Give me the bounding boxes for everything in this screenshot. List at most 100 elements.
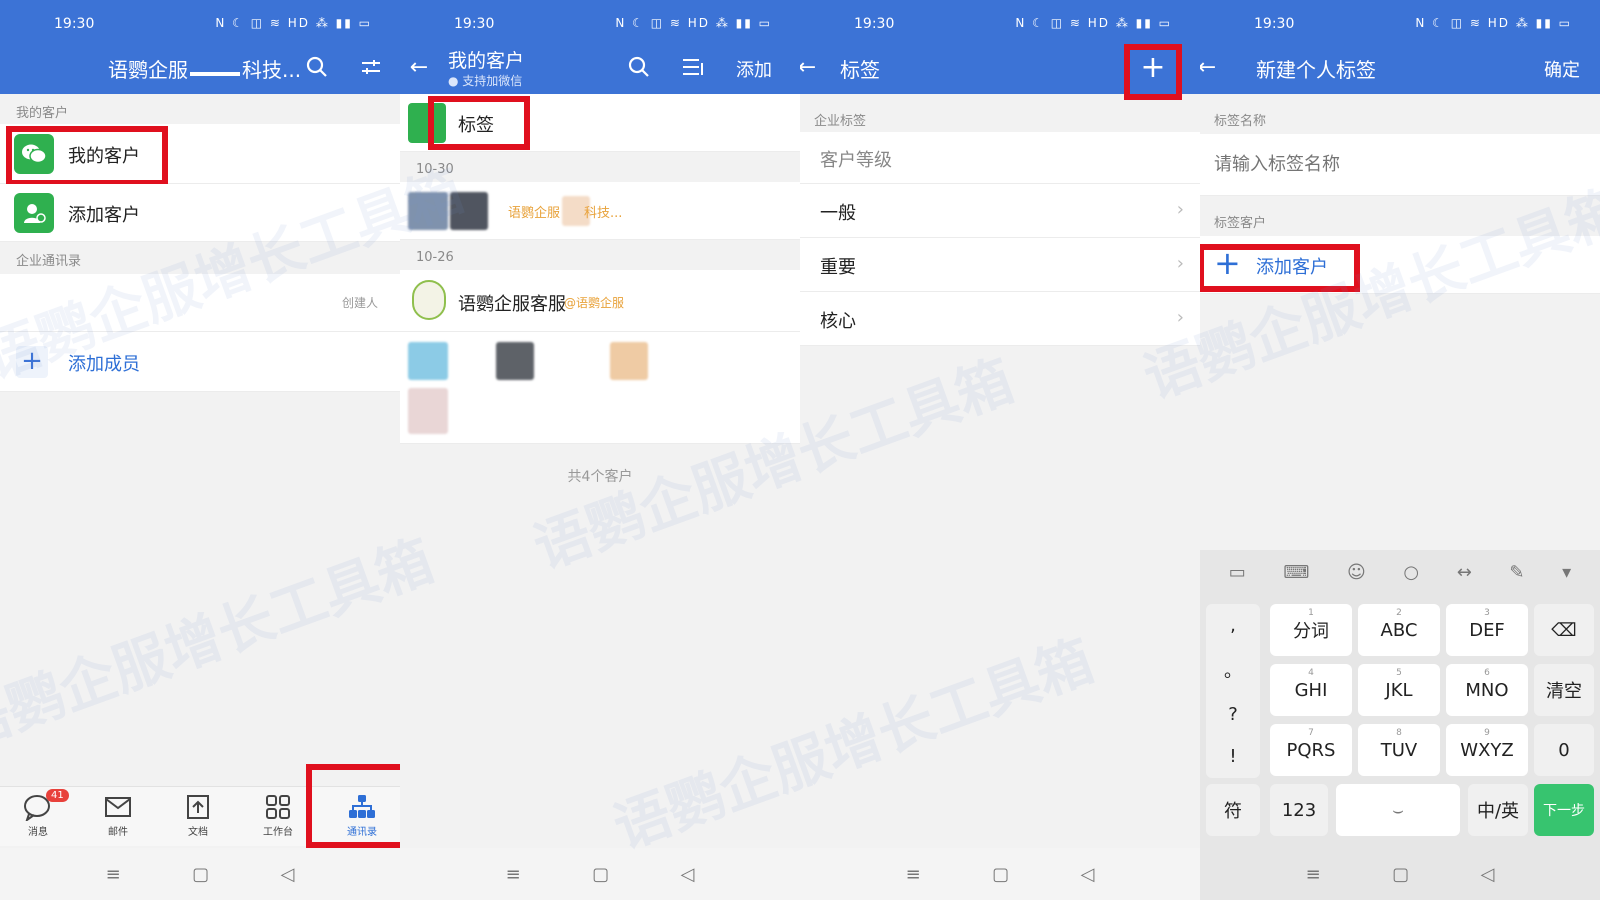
collapse-keyboard-icon[interactable]: ▾ [1562, 562, 1571, 583]
chevron-right-icon: › [1176, 199, 1184, 220]
section-label-tag-customers: 标签客户 [1214, 216, 1267, 231]
punct-key[interactable]: ? [1228, 704, 1238, 725]
punct-key[interactable]: 。 [1224, 657, 1242, 683]
nav-docs[interactable]: 文档 [168, 793, 228, 838]
key-number: 7 [1308, 728, 1314, 738]
status-icons: N ☾ ◫ ≋ HD ⁂ ▮▮ ▭ [1015, 16, 1172, 30]
key-label: ABC [1380, 619, 1418, 641]
customer-avatar [408, 192, 448, 230]
key-number: 6 [1484, 668, 1490, 678]
status-icons: N ☾ ◫ ≋ HD ⁂ ▮▮ ▭ [1415, 16, 1572, 30]
status-time: 19:30 [454, 16, 495, 32]
key-label: DEF [1469, 619, 1505, 641]
key-6[interactable]: 6 MNO [1446, 664, 1528, 716]
customer-avatar [412, 280, 446, 320]
system-nav-bar: ≡ ▢ ◁ [0, 848, 400, 900]
home-icon[interactable]: ▢ [1392, 864, 1409, 885]
key-8[interactable]: 8 TUV [1358, 724, 1440, 776]
customer-org-left: 语鹦企服 [508, 206, 561, 221]
cursor-icon[interactable]: ↔ [1457, 562, 1472, 583]
zero-key[interactable]: 0 [1534, 724, 1594, 776]
key-label: MNO [1465, 679, 1509, 701]
key-number: 2 [1396, 608, 1402, 618]
key-3[interactable]: 3 DEF [1446, 604, 1528, 656]
emoji-icon[interactable]: ☺ [1347, 562, 1366, 583]
numeric-switch-key[interactable]: 123 [1270, 784, 1328, 836]
key-9[interactable]: 9 WXYZ [1446, 724, 1528, 776]
home-icon[interactable]: ▢ [992, 864, 1009, 885]
tag-name-row [1200, 134, 1600, 196]
tag-row-normal[interactable]: 一般 › [800, 184, 1200, 238]
status-icons: N ☾ ◫ ≋ HD ⁂ ▮▮ ▭ [615, 16, 772, 30]
highlight-add-tag [1124, 44, 1182, 100]
my-customers-screen: 19:30 N ☾ ◫ ≋ HD ⁂ ▮▮ ▭ ← 我的客户 ● 支持加微信 添… [400, 0, 800, 900]
clear-key[interactable]: 清空 [1534, 664, 1594, 716]
back-icon[interactable]: ◁ [280, 864, 294, 885]
menu-icon[interactable]: ≡ [1306, 864, 1321, 885]
lang-switch-key[interactable]: 中/英 [1468, 784, 1528, 836]
grid-icon [266, 795, 290, 819]
add-customer-row[interactable]: 添加客户 [0, 184, 400, 242]
search-icon[interactable]: ○ [1403, 562, 1419, 583]
back-arrow-icon[interactable]: ← [404, 52, 434, 82]
customer-row[interactable]: 语鹦企服 科技... [400, 182, 800, 240]
tag-name: 重要 [820, 257, 856, 278]
key-4[interactable]: 4 GHI [1270, 664, 1352, 716]
search-icon[interactable] [302, 52, 332, 82]
header-bar: 19:30 N ☾ ◫ ≋ HD ⁂ ▮▮ ▭ ← 我的客户 ● 支持加微信 添… [400, 0, 800, 94]
directory-member-row[interactable]: 创建人 [0, 274, 400, 332]
key-1[interactable]: 1 分词 [1270, 604, 1352, 656]
settings-sliders-icon[interactable] [356, 52, 386, 82]
back-icon[interactable]: ◁ [1080, 864, 1094, 885]
customer-avatar[interactable] [408, 388, 448, 434]
key-2[interactable]: 2 ABC [1358, 604, 1440, 656]
tag-row-important[interactable]: 重要 › [800, 238, 1200, 292]
add-customer-label: 添加客户 [68, 205, 140, 226]
menu-icon[interactable]: ≡ [506, 864, 521, 885]
key-5[interactable]: 5 JKL [1358, 664, 1440, 716]
search-icon[interactable] [624, 52, 654, 82]
punct-key[interactable]: , [1230, 615, 1236, 636]
home-icon[interactable]: ▢ [192, 864, 209, 885]
add-member-row[interactable]: + 添加成员 [0, 332, 400, 392]
back-icon[interactable]: ◁ [1480, 864, 1494, 885]
nav-messages[interactable]: 消息 41 [8, 789, 69, 838]
customer-row[interactable]: 语鹦企服客服 @语鹦企服 [400, 270, 800, 332]
nav-workbench-label: 工作台 [263, 827, 293, 838]
edit-icon[interactable]: ✎ [1509, 562, 1524, 583]
back-arrow-icon[interactable]: ← [1200, 52, 1222, 82]
symbol-key[interactable]: 符 [1206, 784, 1260, 836]
tag-name-input[interactable] [1214, 146, 1574, 182]
menu-icon[interactable]: ≡ [906, 864, 921, 885]
space-key[interactable]: ⌣ [1336, 784, 1460, 836]
contacts-screen: 19:30 N ☾ ◫ ≋ HD ⁂ ▮▮ ▭ 语鹦企服 科技... 我的客户 … [0, 0, 400, 900]
punctuation-column[interactable]: , 。 ? ! [1206, 604, 1260, 778]
new-tag-screen: 19:30 N ☾ ◫ ≋ HD ⁂ ▮▮ ▭ ← 新建个人标签 确定 标签名称… [1200, 0, 1600, 900]
filter-list-icon[interactable] [678, 52, 708, 82]
total-count: 共4个客户 [567, 469, 633, 485]
status-time: 19:30 [1254, 16, 1295, 32]
keyboard-layout-icon[interactable]: ⌨ [1283, 562, 1309, 583]
home-icon[interactable]: ▢ [592, 864, 609, 885]
add-button[interactable]: 添加 [736, 56, 772, 82]
key-number: 9 [1484, 728, 1490, 738]
back-arrow-icon[interactable]: ← [800, 52, 822, 82]
keyboard-toolbar: ▭ ⌨ ☺ ○ ↔ ✎ ▾ [1200, 550, 1600, 594]
customer-avatar[interactable] [408, 342, 448, 380]
tag-row-core[interactable]: 核心 › [800, 292, 1200, 346]
customer-avatar [450, 192, 488, 230]
key-7[interactable]: 7 PQRS [1270, 724, 1352, 776]
customer-avatar[interactable] [496, 342, 534, 380]
nav-workbench[interactable]: 工作台 [248, 793, 308, 838]
punct-key[interactable]: ! [1229, 746, 1236, 767]
nav-mail[interactable]: 邮件 [88, 793, 148, 838]
clipboard-icon[interactable]: ▭ [1229, 562, 1246, 583]
next-key[interactable]: 下一步 [1534, 784, 1594, 836]
confirm-button[interactable]: 确定 [1544, 56, 1580, 82]
customer-name: 语鹦企服客服 [458, 294, 566, 315]
backspace-key[interactable]: ⌫ [1534, 604, 1594, 656]
back-icon[interactable]: ◁ [680, 864, 694, 885]
menu-icon[interactable]: ≡ [106, 864, 121, 885]
key-number: 3 [1484, 608, 1490, 618]
customer-avatar[interactable] [610, 342, 648, 380]
